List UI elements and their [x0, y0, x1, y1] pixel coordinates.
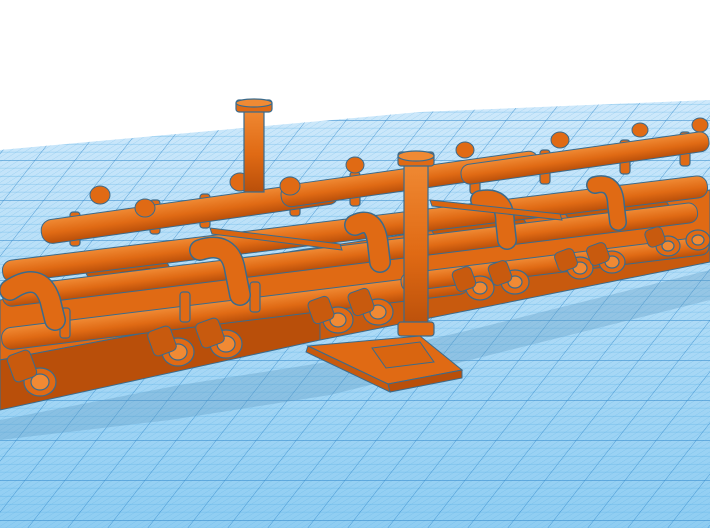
3d-viewport[interactable]: [0, 0, 710, 528]
